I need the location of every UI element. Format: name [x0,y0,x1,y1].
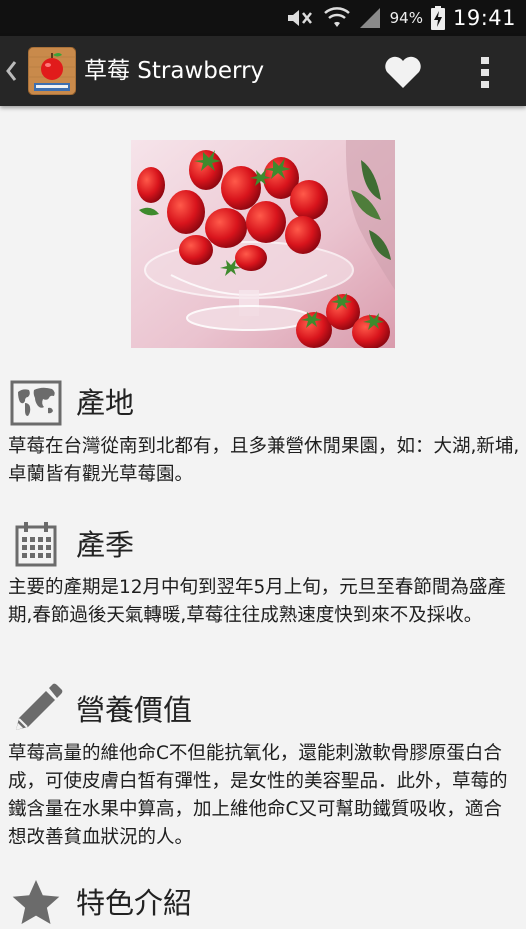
battery-percent: 94% [389,9,423,27]
section-title: 產季 [76,528,135,562]
section-nutrition-body: 草莓高量的維他命C不但能抗氧化，還能刺激軟骨膠原蛋白合成，可使皮膚白皙有彈性，是… [8,743,508,848]
mute-icon [287,10,312,26]
strawberry-photo [131,140,395,348]
content-scroll[interactable]: 產地 草莓在台灣從南到北都有，且多兼營休閒果園，如：大湖,新埔,卓蘭皆有觀光草莓… [0,106,526,929]
clock: 19:41 [452,6,516,30]
back-icon[interactable] [4,56,18,86]
heart-icon[interactable] [383,55,423,89]
status-bar: 94% 19:41 [0,0,526,36]
signal-icon [359,8,380,28]
section-season-body: 主要的產期是12月中旬到翌年5月上旬，元旦至春節間為盛產期,春節過後天氣轉暖,草… [8,577,506,626]
overflow-menu-icon[interactable] [470,52,500,92]
battery-charging-icon [430,6,445,30]
section-origin-body: 草莓在台灣從南到北都有，且多兼營休閒果園，如：大湖,新埔,卓蘭皆有觀光草莓園。 [8,436,520,485]
action-bar: 草莓 Strawberry [0,36,526,106]
pencil-icon [16,683,63,730]
section-title: 產地 [76,386,135,420]
section-title: 營養價值 [76,693,193,727]
star-icon [12,880,60,924]
section-title: 特色介紹 [76,886,193,920]
status-icons: 94% 19:41 [284,0,516,36]
wifi-icon [323,7,350,27]
page-title: 草莓 Strawberry [84,58,265,84]
calendar-icon [15,522,57,567]
world-map-icon [10,380,62,426]
apple-book-app-icon[interactable] [28,47,76,95]
